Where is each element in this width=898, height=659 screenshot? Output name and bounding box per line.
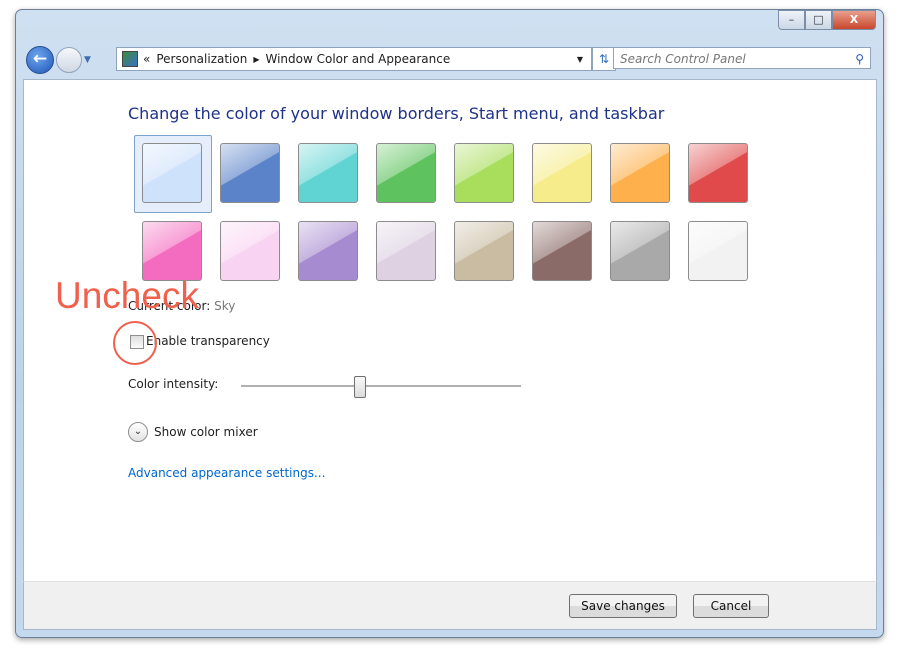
breadcrumb-arrow-icon[interactable]: ▶ [253,55,259,64]
color-swatch[interactable] [610,221,670,281]
color-swatch[interactable] [220,143,280,203]
history-dropdown-icon[interactable]: ▼ [84,55,91,65]
forward-icon[interactable] [56,47,82,73]
search-icon[interactable]: ⚲ [855,48,864,70]
color-swatch[interactable] [532,143,592,203]
breadcrumb-window-color[interactable]: Window Color and Appearance [265,52,450,66]
annotation-text: Uncheck [55,275,199,316]
color-swatch[interactable] [532,221,592,281]
cancel-button[interactable]: Cancel [693,594,769,618]
current-color-value: Sky [214,299,236,313]
breadcrumb-personalization[interactable]: Personalization [156,52,247,66]
caption-buttons: – □ X [778,10,876,30]
nav-buttons: ← ▼ [26,46,91,74]
address-dropdown-icon[interactable]: ▼ [577,55,583,64]
color-swatch[interactable] [142,221,202,281]
search-input[interactable]: Search Control Panel ⚲ [613,47,871,69]
annotation-circle [113,321,157,365]
color-swatch[interactable] [610,143,670,203]
color-swatch[interactable] [298,221,358,281]
close-button[interactable]: X [832,10,876,30]
page-title: Change the color of your window borders,… [128,104,665,123]
search-placeholder: Search Control Panel [620,52,746,66]
color-swatch[interactable] [220,221,280,281]
save-changes-button[interactable]: Save changes [569,594,677,618]
back-icon[interactable]: ← [26,46,54,74]
color-swatch[interactable] [454,221,514,281]
breadcrumb-overflow[interactable]: « [143,52,150,66]
advanced-appearance-link[interactable]: Advanced appearance settings... [128,466,325,480]
color-swatch[interactable] [376,221,436,281]
address-bar[interactable]: « Personalization ▶ Window Color and App… [116,47,592,71]
color-intensity-slider[interactable] [241,385,521,388]
maximize-button[interactable]: □ [805,10,832,30]
enable-transparency-label[interactable]: Enable transparency [146,334,270,348]
color-swatch[interactable] [298,143,358,203]
control-panel-icon [122,51,138,67]
color-swatch[interactable] [376,143,436,203]
color-swatch[interactable] [454,143,514,203]
color-swatch[interactable] [688,221,748,281]
color-swatch[interactable] [142,143,202,203]
footer-bar: Save changes Cancel [23,581,877,630]
color-intensity-label: Color intensity: [128,377,219,391]
show-color-mixer[interactable]: Show color mixer [154,425,258,439]
color-swatch[interactable] [688,143,748,203]
slider-thumb[interactable] [353,376,366,398]
minimize-button[interactable]: – [778,10,805,30]
expand-chevron-icon[interactable]: ⌄ [128,422,148,442]
